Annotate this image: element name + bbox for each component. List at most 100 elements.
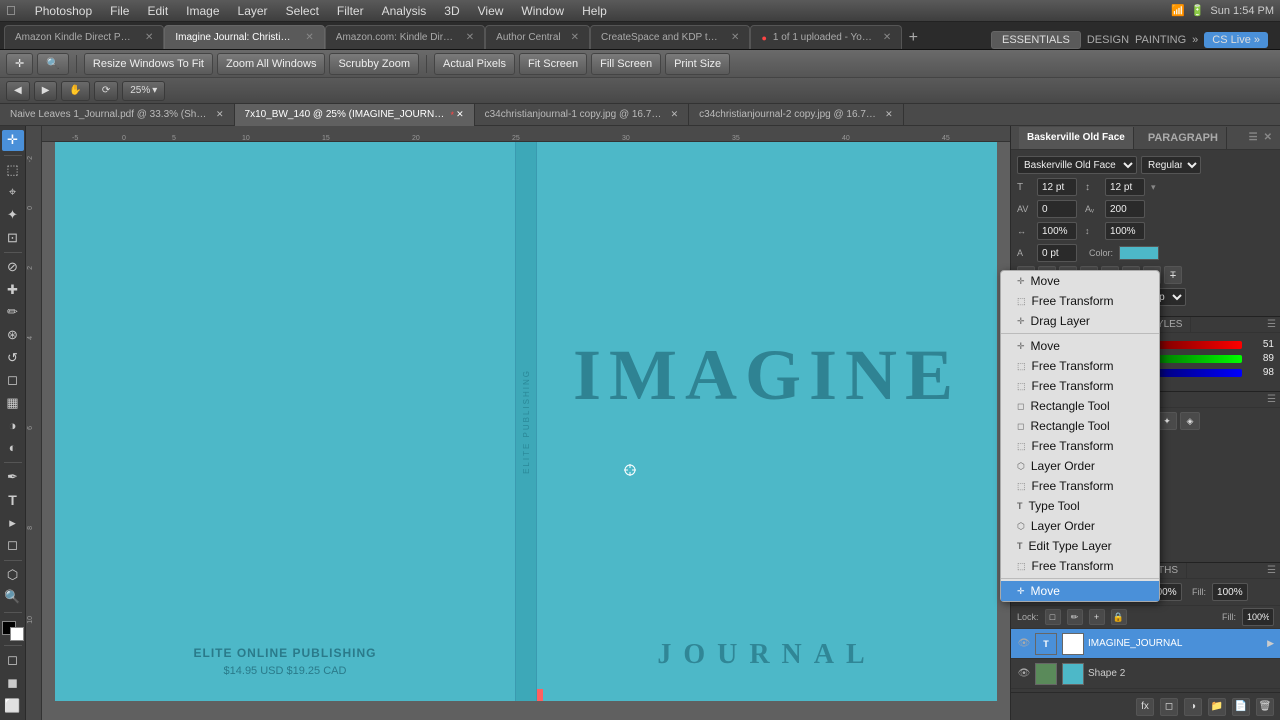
menu-photoshop[interactable]: Photoshop: [30, 4, 97, 18]
menu-analysis[interactable]: Analysis: [377, 4, 432, 18]
doc-tab-1[interactable]: Naive Leaves 1_Journal.pdf @ 33.3% (Shap…: [0, 104, 235, 126]
menu-filter[interactable]: Filter: [332, 4, 369, 18]
essentials-button[interactable]: ESSENTIALS: [991, 31, 1081, 49]
tab-close-icon[interactable]: ✕: [571, 32, 579, 43]
gradient-tool[interactable]: ▦: [2, 392, 24, 413]
layer-visibility-icon[interactable]: 👁: [1017, 638, 1031, 649]
kerning-input[interactable]: [1037, 200, 1077, 218]
more-workspaces[interactable]: »: [1192, 34, 1198, 46]
zoom-all-windows-btn[interactable]: Zoom All Windows: [217, 53, 325, 75]
prev-arrow[interactable]: ◀: [6, 81, 30, 101]
ctx-layer-order-2[interactable]: ⬡ Layer Order: [1001, 516, 1159, 536]
standard-mode[interactable]: ◻: [2, 650, 24, 671]
browser-tab-2[interactable]: Imagine Journal: Christian Jo... ✕: [164, 25, 324, 49]
canvas-area[interactable]: -5 0 5 10 15 20 25 30 35 40 45 -2 0 2 4: [26, 126, 1010, 720]
adj-panel-menu[interactable]: ☰: [1263, 392, 1280, 407]
ctx-rectangle-tool-2[interactable]: ◻ Rectangle Tool: [1001, 416, 1159, 436]
rotate-icon[interactable]: ⟳: [94, 81, 118, 101]
move-tool[interactable]: ✛: [2, 130, 24, 151]
font-family-select[interactable]: Baskerville Old Face: [1017, 156, 1137, 174]
leading-input[interactable]: [1105, 178, 1145, 196]
pen-tool[interactable]: ✒: [2, 467, 24, 488]
ctx-rectangle-tool-1[interactable]: ◻ Rectangle Tool: [1001, 396, 1159, 416]
background-color[interactable]: [10, 627, 24, 641]
screen-mode[interactable]: ⬜: [2, 695, 24, 716]
paragraph-tab[interactable]: PARAGRAPH: [1140, 127, 1227, 149]
menu-layer[interactable]: Layer: [233, 4, 273, 18]
tab-close-icon[interactable]: ✕: [466, 32, 474, 43]
eyedropper-tool[interactable]: ⊘: [2, 257, 24, 278]
adj-icon-7[interactable]: ✦: [1157, 412, 1177, 430]
new-tab-button[interactable]: +: [902, 27, 924, 49]
ctx-edit-type[interactable]: T Edit Type Layer: [1001, 536, 1159, 556]
strikethrough-btn[interactable]: T: [1164, 266, 1182, 284]
zoom-tool[interactable]: 🔍: [2, 587, 24, 608]
lock-pixels-btn[interactable]: ✏: [1067, 609, 1083, 625]
adj-icon-8[interactable]: ◈: [1180, 412, 1200, 430]
color-swatch[interactable]: [1119, 246, 1159, 260]
resize-windows-btn[interactable]: Resize Windows To Fit: [84, 53, 213, 75]
baseline-input[interactable]: [1037, 244, 1077, 262]
crop-tool[interactable]: ⊡: [2, 227, 24, 248]
ctx-move-2[interactable]: ✛ Move: [1001, 336, 1159, 356]
painting-button[interactable]: PAINTING: [1135, 34, 1186, 46]
brush-tool[interactable]: ✏: [2, 302, 24, 323]
zoom-dropdown[interactable]: 25% ▾: [122, 81, 165, 101]
cs-live-button[interactable]: CS Live »: [1204, 32, 1268, 48]
type-tool[interactable]: T: [2, 490, 24, 511]
lock-position-btn[interactable]: +: [1089, 609, 1105, 625]
quick-mask[interactable]: ◼: [2, 673, 24, 694]
browser-tab-5[interactable]: CreateSpace and KDP to Beco... ✕: [590, 25, 750, 49]
color-panel-menu[interactable]: ☰: [1263, 317, 1280, 332]
quick-select-tool[interactable]: ✦: [2, 205, 24, 226]
fill-input-2[interactable]: [1242, 608, 1274, 626]
menu-file[interactable]: File: [105, 4, 134, 18]
delete-layer-btn[interactable]: 🗑: [1256, 698, 1274, 716]
doc-tab-3[interactable]: c34christianjournal-1 copy.jpg @ 16.7% (…: [475, 104, 690, 126]
fill-input[interactable]: [1212, 583, 1248, 601]
scale-v-input[interactable]: [1105, 222, 1145, 240]
eraser-tool[interactable]: ◻: [2, 370, 24, 391]
ctx-type-tool[interactable]: T Type Tool: [1001, 496, 1159, 516]
new-group-btn[interactable]: 📁: [1208, 698, 1226, 716]
ctx-move-active[interactable]: ✛ Move: [1001, 581, 1159, 601]
menu-3d[interactable]: 3D: [439, 4, 464, 18]
browser-tab-6[interactable]: ● 1 of 1 uploaded - YouTube ✕: [750, 25, 902, 49]
hand-icon[interactable]: ✋: [61, 81, 89, 101]
layers-panel-menu[interactable]: ☰: [1263, 563, 1280, 578]
ctx-free-transform-1[interactable]: ⬚ Free Transform: [1001, 291, 1159, 311]
path-select-tool[interactable]: ▸: [2, 512, 24, 533]
3d-tool[interactable]: ⬡: [2, 564, 24, 585]
tab-close-icon[interactable]: ✕: [883, 32, 891, 43]
tab-close-icon[interactable]: ✕: [145, 32, 153, 43]
menu-window[interactable]: Window: [516, 4, 569, 18]
browser-tab-4[interactable]: Author Central ✕: [485, 25, 590, 49]
layer-visibility-icon[interactable]: 👁: [1017, 668, 1031, 679]
browser-tab-1[interactable]: Amazon Kindle Direct Publish... ✕: [4, 25, 164, 49]
spot-heal-tool[interactable]: ✚: [2, 279, 24, 300]
menu-image[interactable]: Image: [181, 4, 224, 18]
lock-transparent-btn[interactable]: □: [1045, 609, 1061, 625]
menu-select[interactable]: Select: [281, 4, 324, 18]
tracking-input[interactable]: [1105, 200, 1145, 218]
print-size-btn[interactable]: Print Size: [665, 53, 730, 75]
layer-expand-icon[interactable]: ▶: [1267, 638, 1274, 649]
panel-menu-icon[interactable]: ☰: [1249, 132, 1258, 143]
add-mask-btn[interactable]: ◻: [1160, 698, 1178, 716]
next-arrow[interactable]: ▶: [34, 81, 58, 101]
layer-style-btn[interactable]: fx: [1136, 698, 1154, 716]
new-layer-btn[interactable]: 📄: [1232, 698, 1250, 716]
actual-pixels-btn[interactable]: Actual Pixels: [434, 53, 515, 75]
scale-h-input[interactable]: [1037, 222, 1077, 240]
character-tab[interactable]: Baskerville Old Face: [1019, 127, 1134, 149]
browser-tab-3[interactable]: Amazon.com: Kindle Direct Pu... ✕: [325, 25, 485, 49]
menu-view[interactable]: View: [473, 4, 509, 18]
new-adjustment-btn[interactable]: ◑: [1184, 698, 1202, 716]
blur-tool[interactable]: ◑: [2, 415, 24, 436]
doc-tab-4[interactable]: c34christianjournal-2 copy.jpg @ 16.7% (…: [689, 104, 904, 126]
shape-tool[interactable]: ◻: [2, 535, 24, 556]
fill-screen-btn[interactable]: Fill Screen: [591, 53, 661, 75]
menu-help[interactable]: Help: [577, 4, 612, 18]
ctx-free-transform-5[interactable]: ⬚ Free Transform: [1001, 476, 1159, 496]
font-size-input[interactable]: [1037, 178, 1077, 196]
